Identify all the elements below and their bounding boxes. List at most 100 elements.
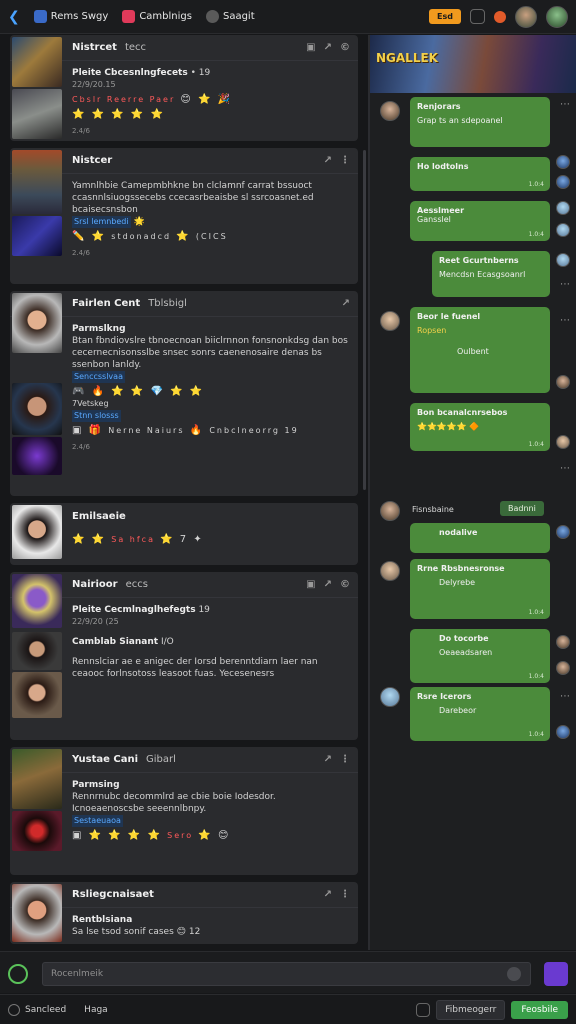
share-icon[interactable]: ↗ (324, 42, 332, 53)
chat-avatar[interactable] (556, 725, 570, 739)
controller-icon[interactable] (470, 9, 485, 24)
share-icon[interactable]: ↗ (324, 754, 332, 765)
chat-avatar[interactable] (380, 501, 400, 521)
message-input[interactable]: Rocenlmeik (42, 962, 531, 986)
bottom-item-sanc[interactable]: Sancleed (8, 1003, 66, 1016)
feed-card[interactable]: Emilsaeie ⭐ ⭐ Sa hfca ⭐ 7 ✦ (10, 503, 358, 565)
more-icon[interactable]: ⋯ (560, 315, 570, 326)
chat-avatar[interactable] (556, 375, 570, 389)
share-icon[interactable]: ↗ (324, 155, 332, 166)
secondary-button[interactable]: Fibmeogerr (436, 999, 506, 1020)
primary-button[interactable]: Feosbile (511, 1000, 568, 1019)
emoji-reactions[interactable]: 🎮 🔥 ⭐ ⭐ 💎 ⭐ ⭐ (72, 386, 350, 398)
feed-card[interactable]: Fairlen Cent Tblsbigl ↗ Parmslkng Btan f… (10, 291, 358, 496)
chat-message[interactable]: Do tocorbe Oeaeadsaren 1.0:4 (410, 629, 550, 683)
more-icon[interactable]: ⋮ (340, 155, 350, 166)
chat-message[interactable]: Ho lodtolns 1.0:4 (410, 157, 550, 191)
bottom-item-haga[interactable]: Haga (84, 1005, 108, 1015)
share-icon[interactable]: ↗ (324, 889, 332, 900)
more-icon[interactable]: ⋯ (560, 463, 570, 474)
chat-message[interactable]: Beor le fuenel Ropsen Oulbent (410, 307, 550, 393)
user-avatar[interactable] (515, 5, 537, 28)
lock-icon[interactable] (416, 1002, 431, 1017)
chat-message[interactable]: Bon bcanalcnrsebos ⭐⭐⭐⭐⭐ 🔶 1.0:4 (410, 403, 550, 451)
attach-icon[interactable] (8, 964, 28, 984)
chat-message[interactable]: Rrne Rbsbnesronse Delyrebe 1.0:4 (410, 559, 550, 619)
emoji-icon[interactable] (507, 967, 521, 981)
card-tag-link[interactable]: Stnn slosss (72, 410, 121, 422)
feed-card[interactable]: Rsliegcnaisaet ↗ ⋮ Rentblsiana Sa lse tso… (10, 882, 358, 944)
chat-avatar[interactable] (556, 525, 570, 539)
emoji-reactions[interactable]: 🌟 (133, 217, 144, 227)
chat-message[interactable]: Reet Gcurtnberns Mencdsn Ecasgsoanrl (432, 251, 550, 297)
post-thumbnail[interactable] (12, 574, 62, 628)
emoji-reactions[interactable]: ⭐ ⭐ Sa hfca ⭐ 7 ✦ (72, 534, 350, 546)
more-icon[interactable]: ⋯ (560, 279, 570, 290)
feed-card[interactable]: Yustae Cani Gibarl ↗ ⋮ Parmsing Rennrnubc… (10, 747, 358, 875)
card-heading: Camblab Sianant (72, 637, 159, 647)
chat-avatar[interactable] (380, 561, 400, 581)
chat-avatar[interactable] (380, 687, 400, 707)
emoji-reactions[interactable]: 😊 ⭐ 🎉 (180, 94, 232, 105)
feed-card[interactable]: Nairioor eccs ▣ ↗ © Pleite Cecmlnaglhefe… (10, 572, 358, 740)
chat-avatar[interactable] (556, 175, 570, 189)
emoji-reactions[interactable]: ▣ 🎁 (72, 425, 103, 436)
back-icon[interactable]: ❮ (8, 9, 20, 25)
emoji-reactions[interactable]: ⭐ (176, 231, 190, 242)
post-thumbnail[interactable] (12, 150, 62, 214)
feed-scrollbar[interactable] (363, 150, 366, 490)
chat-avatar[interactable] (556, 253, 570, 267)
chat-message[interactable]: nodalive (410, 523, 550, 553)
post-thumbnail[interactable] (12, 437, 62, 475)
image-icon[interactable]: ▣ (306, 42, 315, 53)
more-icon[interactable]: ⋯ (560, 691, 570, 702)
send-button[interactable] (544, 962, 568, 986)
post-thumbnail[interactable] (12, 216, 62, 256)
tab-discord[interactable]: Saagit (205, 10, 255, 23)
image-icon[interactable]: ▣ (306, 579, 315, 590)
chat-pill-button[interactable]: Badnni (500, 501, 544, 516)
chat-avatar[interactable] (556, 635, 570, 649)
emoji-reactions[interactable]: 🔥 (190, 425, 204, 436)
chat-avatar[interactable] (556, 223, 570, 237)
more-icon[interactable]: © (340, 42, 350, 53)
post-thumbnail[interactable] (12, 811, 62, 851)
more-icon[interactable]: © (340, 579, 350, 590)
emoji-reactions[interactable]: ▣ ⭐ ⭐ ⭐ ⭐ Sero ⭐ 😊 (72, 830, 350, 842)
card-link[interactable]: Senccsslvaa (72, 371, 125, 383)
card-tag-link[interactable]: Srsl lemnbedi (72, 216, 131, 228)
share-icon[interactable]: ↗ (324, 579, 332, 590)
chat-avatar[interactable] (556, 155, 570, 169)
more-icon[interactable]: ⋮ (340, 754, 350, 765)
more-icon[interactable]: ⋯ (560, 99, 570, 110)
chat-message[interactable]: Rsre Icerors Darebeor 1.0:4 (410, 687, 550, 741)
post-thumbnail[interactable] (12, 383, 62, 435)
post-thumbnail[interactable] (12, 749, 62, 809)
post-thumbnail[interactable] (12, 505, 62, 559)
card-subtitle: Gibarl (146, 754, 176, 765)
chat-avatar[interactable] (556, 661, 570, 675)
tab-home[interactable]: Rems Swgy (33, 10, 108, 23)
friend-avatar[interactable] (546, 5, 568, 28)
post-thumbnail[interactable] (12, 293, 62, 353)
post-thumbnail[interactable] (12, 884, 62, 942)
card-tag-link[interactable]: Sestaeuaoa (72, 815, 123, 827)
share-icon[interactable]: ↗ (342, 298, 350, 309)
post-thumbnail[interactable] (12, 632, 62, 670)
chat-avatar[interactable] (556, 201, 570, 215)
chat-avatar[interactable] (380, 311, 400, 331)
chat-message[interactable]: Renjorars Grap ts an sdepoanel (410, 97, 550, 147)
post-thumbnail[interactable] (12, 672, 62, 718)
feed-card[interactable]: Nistcer ↗ ⋮ Yamnlhbie Camepmbhkne bn clc… (10, 148, 358, 284)
chat-avatar[interactable] (380, 101, 400, 121)
emoji-reactions[interactable]: ✏️ ⭐ (72, 231, 106, 242)
chat-message[interactable]: Aesslmeer Gansslel 1.0:4 (410, 201, 550, 241)
tab-gaming[interactable]: Camblnigs (122, 10, 192, 23)
post-thumbnail[interactable] (12, 37, 62, 87)
more-icon[interactable]: ⋮ (340, 889, 350, 900)
orange-action-button[interactable]: Esd (429, 9, 461, 24)
post-thumbnail[interactable] (12, 89, 62, 139)
notification-icon[interactable] (494, 10, 506, 23)
feed-card[interactable]: Nistrcet tecc ▣ ↗ © Pleite Cbcesnlngfece… (10, 35, 358, 141)
chat-avatar[interactable] (556, 435, 570, 449)
